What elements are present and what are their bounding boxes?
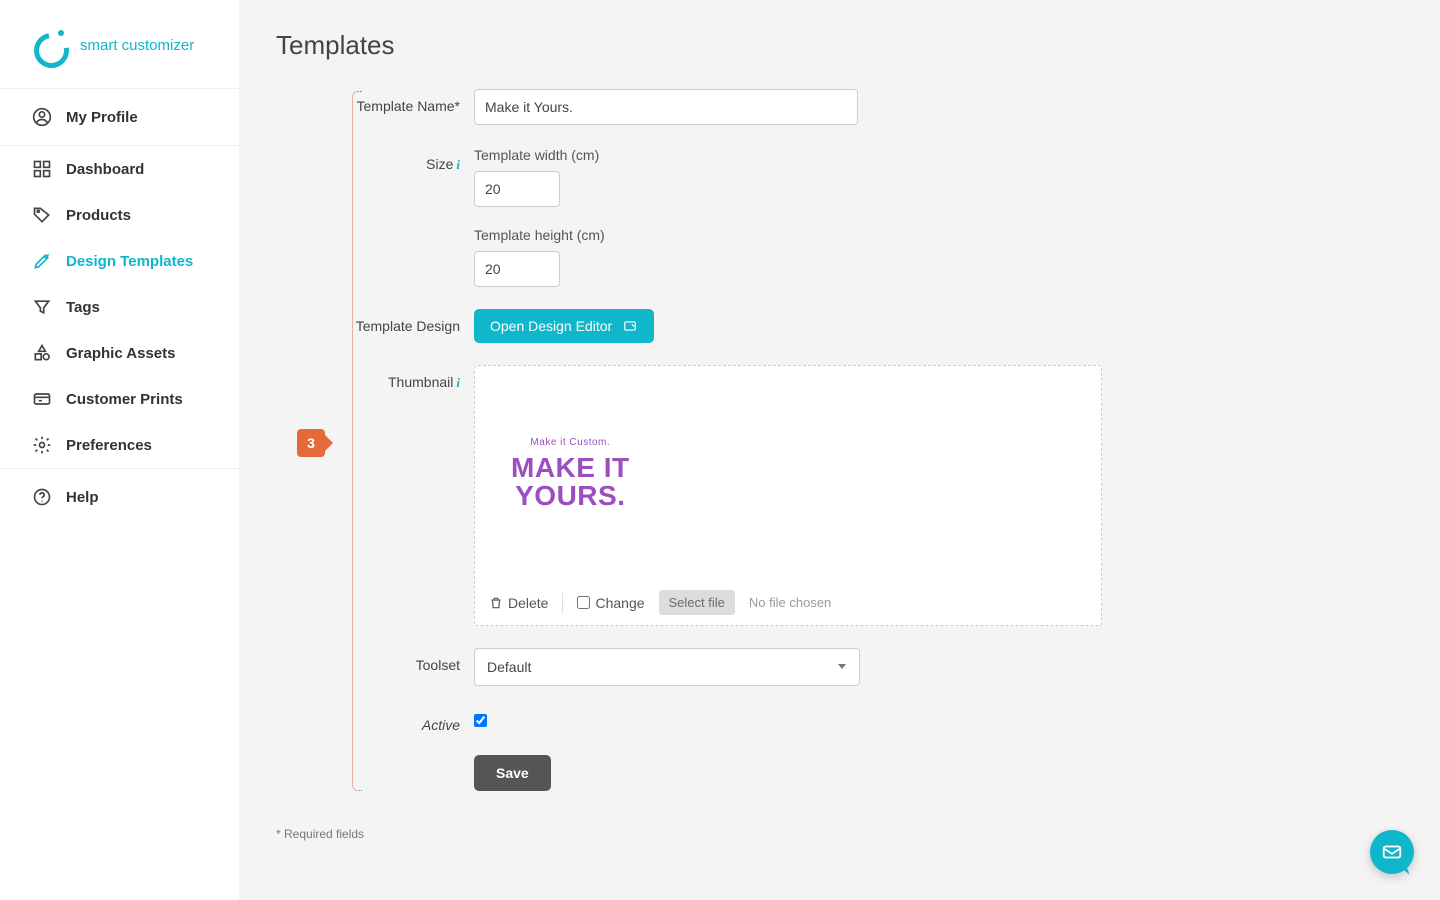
main-content: Templates 3 Template Name* Sizei Templat… — [240, 0, 1440, 900]
user-circle-icon — [32, 107, 54, 127]
sidebar: smart customizer My Profile Dashboard Pr… — [0, 0, 240, 900]
thumbnail-big-line1: MAKE IT — [511, 454, 630, 482]
sidebar-item-preferences[interactable]: Preferences — [0, 422, 239, 468]
thumbnail-mini-text: Make it Custom. — [511, 437, 630, 448]
thumbnail-delete-label: Delete — [508, 595, 548, 611]
row-thumbnail: Thumbnaili Make it Custom. MAKE IT YOURS… — [352, 365, 1404, 626]
brand: smart customizer — [0, 0, 239, 89]
sidebar-item-dashboard[interactable]: Dashboard — [0, 146, 239, 192]
mail-icon — [1381, 841, 1403, 863]
filter-icon — [32, 297, 54, 317]
open-design-editor-button[interactable]: Open Design Editor — [474, 309, 654, 343]
step-badge: 3 — [297, 429, 325, 457]
save-button[interactable]: Save — [474, 755, 551, 791]
sidebar-item-profile[interactable]: My Profile — [0, 89, 239, 145]
row-save: Save — [352, 755, 1404, 791]
label-size: Sizei — [352, 147, 460, 287]
sidebar-item-graphic-assets[interactable]: Graphic Assets — [0, 330, 239, 376]
brand-name: smart customizer — [80, 37, 194, 54]
label-active-text: Active — [422, 717, 460, 733]
row-template-name: Template Name* — [352, 89, 1404, 125]
thumbnail-big-text: MAKE IT YOURS. — [511, 454, 630, 510]
shapes-icon — [32, 343, 54, 363]
thumbnail-change-toggle[interactable]: Change — [577, 595, 644, 611]
toolset-select[interactable]: Default — [474, 648, 860, 686]
label-template-name: Template Name* — [352, 89, 460, 125]
prints-icon — [32, 389, 54, 409]
help-icon — [32, 487, 54, 507]
sidebar-item-label: Products — [66, 207, 131, 224]
sidebar-item-label: Customer Prints — [66, 391, 183, 408]
design-tools-icon — [32, 251, 54, 271]
template-form: 3 Template Name* Sizei Template width (c… — [352, 89, 1404, 791]
open-design-editor-label: Open Design Editor — [490, 318, 612, 334]
dashboard-icon — [32, 159, 54, 179]
sidebar-item-label: Dashboard — [66, 161, 144, 178]
sidebar-item-label: Preferences — [66, 437, 152, 454]
required-fields-note: * Required fields — [276, 827, 1404, 841]
label-toolset: Toolset — [352, 648, 460, 686]
sidebar-item-products[interactable]: Products — [0, 192, 239, 238]
template-name-input[interactable] — [474, 89, 858, 125]
row-template-design: Template Design Open Design Editor — [352, 309, 1404, 343]
thumbnail-big-line2: YOURS. — [511, 482, 630, 510]
sidebar-item-label: Tags — [66, 299, 100, 316]
gear-icon — [32, 435, 54, 455]
trash-icon — [489, 596, 503, 610]
row-active: Active — [352, 708, 1404, 733]
label-template-design: Template Design — [352, 309, 460, 343]
brand-logo-icon — [34, 30, 64, 60]
row-size: Sizei Template width (cm) Template heigh… — [352, 147, 1404, 287]
row-toolset: Toolset Default — [352, 648, 1404, 686]
toolbar-divider — [562, 593, 563, 613]
sidebar-item-label: My Profile — [66, 109, 138, 126]
thumbnail-box: Make it Custom. MAKE IT YOURS. — [474, 365, 1102, 626]
page-title: Templates — [276, 30, 1404, 61]
template-height-input[interactable] — [474, 251, 560, 287]
label-size-text: Size — [426, 156, 453, 172]
thumbnail-preview: Make it Custom. MAKE IT YOURS. — [475, 366, 1101, 580]
active-checkbox[interactable] — [474, 714, 487, 727]
thumbnail-delete-button[interactable]: Delete — [489, 595, 548, 611]
tag-icon — [32, 205, 54, 225]
chat-fab-button[interactable] — [1370, 830, 1414, 874]
template-width-input[interactable] — [474, 171, 560, 207]
info-icon[interactable]: i — [456, 375, 460, 390]
label-active: Active — [352, 708, 460, 733]
sidebar-item-tags[interactable]: Tags — [0, 284, 239, 330]
thumbnail-select-file-button[interactable]: Select file — [659, 590, 735, 615]
thumbnail-toolbar: Delete Change Select file No file chosen — [475, 580, 1101, 625]
editor-icon — [622, 319, 638, 333]
info-icon[interactable]: i — [456, 157, 460, 172]
thumbnail-change-label: Change — [595, 595, 644, 611]
label-thumbnail-text: Thumbnail — [388, 374, 453, 390]
label-thumbnail: Thumbnaili — [352, 365, 460, 626]
sidebar-item-label: Graphic Assets — [66, 345, 176, 362]
sidebar-item-help[interactable]: Help — [0, 469, 239, 525]
label-template-width: Template width (cm) — [474, 147, 1404, 163]
label-template-height: Template height (cm) — [474, 227, 1404, 243]
sidebar-item-design-templates[interactable]: Design Templates — [0, 238, 239, 284]
thumbnail-change-checkbox[interactable] — [577, 596, 590, 609]
sidebar-item-label: Help — [66, 489, 99, 506]
sidebar-item-customer-prints[interactable]: Customer Prints — [0, 376, 239, 422]
step-bracket — [352, 91, 362, 791]
sidebar-item-label: Design Templates — [66, 253, 193, 270]
thumbnail-file-hint: No file chosen — [749, 595, 831, 610]
